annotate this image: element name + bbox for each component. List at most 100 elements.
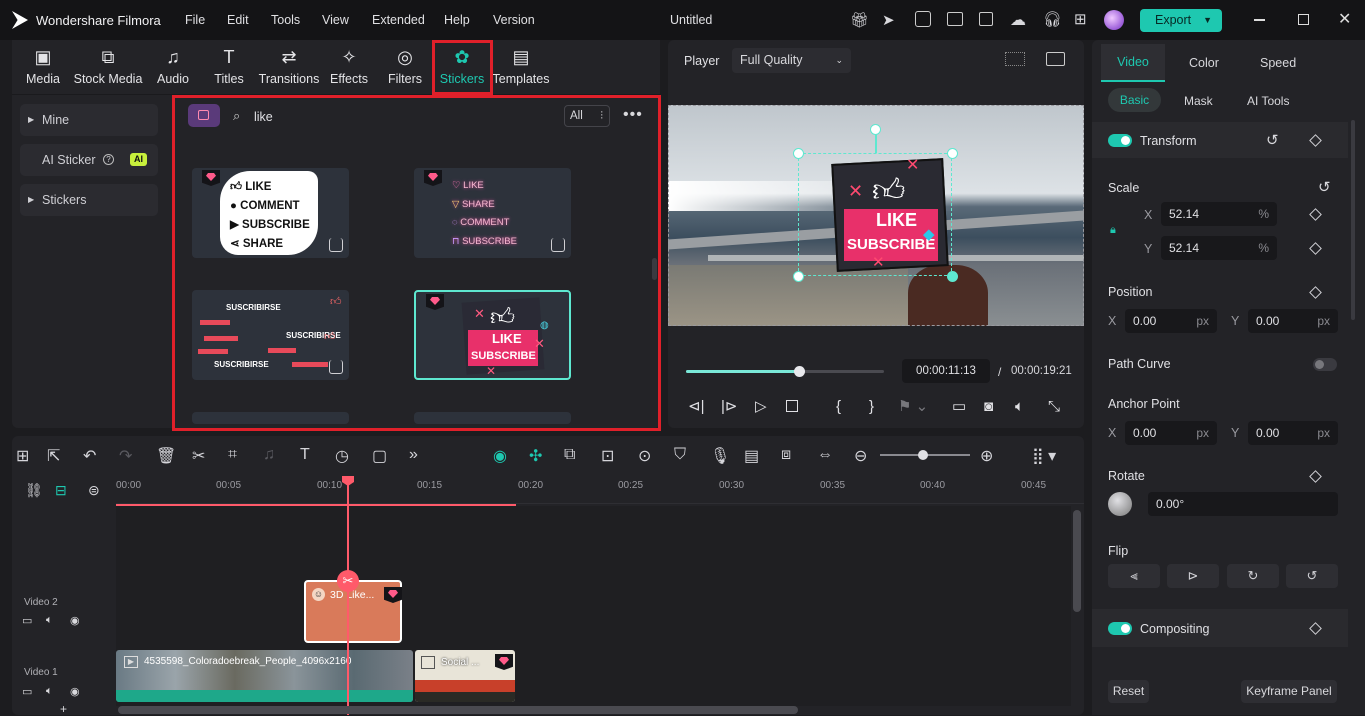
menu-file[interactable]: File	[185, 13, 205, 27]
tab-titles[interactable]: T Titles	[199, 46, 259, 86]
menu-help[interactable]: Help	[444, 13, 470, 27]
playback-thumb[interactable]	[793, 366, 805, 377]
close-icon[interactable]: ✕	[1338, 9, 1351, 29]
menu-extended[interactable]: Extended	[372, 13, 425, 27]
snap-icon[interactable]: ✣	[529, 446, 542, 466]
marker-icon[interactable]: ⚑ ⌄	[898, 399, 928, 415]
display-icon[interactable]: ▭	[952, 399, 966, 415]
volume-icon[interactable]: 🔈︎	[46, 614, 53, 627]
record-screen-icon[interactable]: ⊡	[601, 446, 614, 466]
tab-effects[interactable]: ✧ Effects	[319, 46, 379, 86]
rotate-dial[interactable]	[1108, 492, 1132, 516]
reset-icon[interactable]: ↺	[1318, 178, 1331, 196]
shield-icon[interactable]: ⛉	[674, 446, 686, 464]
fullscreen-icon[interactable]: ⤡	[1048, 399, 1060, 415]
compositing-toggle[interactable]	[1108, 622, 1132, 635]
anchor-x-field[interactable]: 0.00 px	[1125, 421, 1217, 445]
rotate-left-button[interactable]: ↺	[1286, 564, 1338, 588]
grid-view-icon[interactable]	[1005, 52, 1025, 66]
track-manager-icon[interactable]: ⊜	[88, 482, 100, 499]
menu-view[interactable]: View	[322, 13, 349, 27]
sidebar-item-stickers[interactable]: ▶ Stickers	[20, 184, 158, 216]
stop-icon[interactable]	[786, 400, 798, 412]
position-y-field[interactable]: 0.00 px	[1248, 309, 1338, 333]
tab-audio[interactable]: ♫ Audio	[143, 46, 203, 86]
keyframe-panel-button[interactable]: Keyframe Panel	[1241, 680, 1337, 703]
timeline-vscrollbar[interactable]	[1073, 510, 1081, 612]
zoom-out-icon[interactable]: ⊖	[854, 446, 867, 466]
scale-y-field[interactable]: 52.14%	[1161, 236, 1277, 260]
properties-scrollbar[interactable]	[1351, 120, 1355, 320]
subtab-basic[interactable]: Basic	[1108, 88, 1161, 112]
transform-toggle[interactable]	[1108, 134, 1132, 147]
redo-icon[interactable]: ↷	[119, 446, 132, 466]
timeline-hscrollbar[interactable]	[118, 706, 798, 714]
ai-mate-icon[interactable]: ◉	[493, 446, 507, 466]
delete-icon[interactable]: 🗑︎	[156, 446, 176, 466]
snapshot-image-icon[interactable]	[1046, 52, 1065, 66]
gift-icon[interactable]: 🎁︎	[850, 11, 869, 29]
social-clip[interactable]: Social ...	[415, 650, 515, 702]
reset-icon[interactable]: ↺	[1266, 131, 1279, 149]
flip-vertical-button[interactable]: ⊳	[1167, 564, 1219, 588]
reset-button[interactable]: Reset	[1108, 680, 1149, 703]
subtab-ai-tools[interactable]: AI Tools	[1247, 94, 1289, 108]
subtab-mask[interactable]: Mask	[1184, 94, 1213, 108]
video-clip[interactable]: ▶ 4535598_Coloradoebreak_People_4096x216…	[116, 650, 413, 702]
split-icon[interactable]: ✂	[192, 446, 205, 466]
subtitle-icon[interactable]: ▤	[744, 446, 759, 466]
add-icon[interactable]: +	[60, 702, 67, 716]
undo-icon[interactable]: ↶	[83, 446, 96, 466]
tab-templates[interactable]: ▤ Templates	[491, 46, 551, 86]
cloud-upload-icon[interactable]: ☁	[1010, 10, 1026, 30]
tab-media[interactable]: ▣ Media	[13, 46, 73, 86]
camera-snapshot-icon[interactable]: ◙	[984, 399, 993, 415]
play-range-icon[interactable]: ⊙	[638, 446, 651, 466]
more-tools-icon[interactable]: »	[409, 446, 418, 464]
zoom-in-icon[interactable]: ⊕	[980, 446, 993, 466]
text-tool-icon[interactable]: T	[300, 446, 310, 464]
play-icon[interactable]: ▷	[755, 399, 767, 415]
link-lock-icon[interactable]: 🔒︎	[1110, 224, 1116, 237]
maximize-icon[interactable]	[1298, 14, 1309, 25]
folder-icon[interactable]: ▭	[22, 614, 32, 627]
position-x-field[interactable]: 0.00 px	[1125, 309, 1217, 333]
speed-icon[interactable]: ◷	[335, 446, 349, 466]
anchor-y-field[interactable]: 0.00 px	[1248, 421, 1338, 445]
tab-video[interactable]: Video	[1101, 44, 1165, 82]
sidebar-item-ai-sticker[interactable]: AI Sticker ? AI	[20, 144, 158, 176]
headset-icon[interactable]: 🎧︎	[1043, 10, 1062, 28]
project-icon[interactable]	[915, 11, 931, 27]
sidebar-item-mine[interactable]: ▶ Mine	[20, 104, 158, 136]
layout-grid-icon[interactable]: ⊞	[16, 446, 29, 466]
tab-stock-media[interactable]: ⧉ Stock Media	[73, 46, 143, 86]
save-icon[interactable]	[979, 12, 993, 26]
rotate-right-button[interactable]: ↻	[1227, 564, 1279, 588]
layout-icon[interactable]	[947, 12, 963, 26]
tab-color[interactable]: Color	[1189, 56, 1219, 70]
flip-horizontal-button[interactable]: ⫷	[1108, 564, 1160, 588]
volume-icon[interactable]: 🔈︎	[46, 685, 53, 698]
crop-icon[interactable]: ⌗	[228, 446, 237, 464]
tab-transitions[interactable]: ⇄ Transitions	[258, 46, 320, 86]
apps-grid-icon[interactable]: ⊞	[1074, 10, 1087, 28]
scale-x-field[interactable]: 52.14%	[1161, 202, 1277, 226]
rotate-field[interactable]: 0.00°	[1148, 492, 1338, 516]
select-tool-icon[interactable]: ⇱	[47, 446, 60, 466]
mark-out-icon[interactable]: }	[869, 399, 874, 415]
auto-reframe-icon[interactable]: ⧉	[564, 446, 575, 464]
folder-icon[interactable]: ▭	[22, 685, 32, 698]
add-track-icon[interactable]: ⊟	[55, 482, 67, 499]
menu-tools[interactable]: Tools	[271, 13, 300, 27]
link-icon[interactable]: ⇔	[817, 446, 833, 464]
path-curve-toggle[interactable]	[1313, 358, 1337, 371]
send-icon[interactable]: ➤	[882, 11, 895, 29]
minimize-icon[interactable]	[1254, 19, 1265, 21]
replace-icon[interactable]: ⧈	[781, 446, 791, 464]
quality-dropdown[interactable]: Full Quality ⌄	[732, 48, 851, 73]
menu-version[interactable]: Version	[493, 13, 535, 27]
menu-edit[interactable]: Edit	[227, 13, 249, 27]
timeline-settings-icon[interactable]: ⣿ ▾	[1032, 446, 1056, 466]
eye-icon[interactable]: ◉	[70, 685, 80, 698]
eye-icon[interactable]: ◉	[70, 614, 80, 627]
